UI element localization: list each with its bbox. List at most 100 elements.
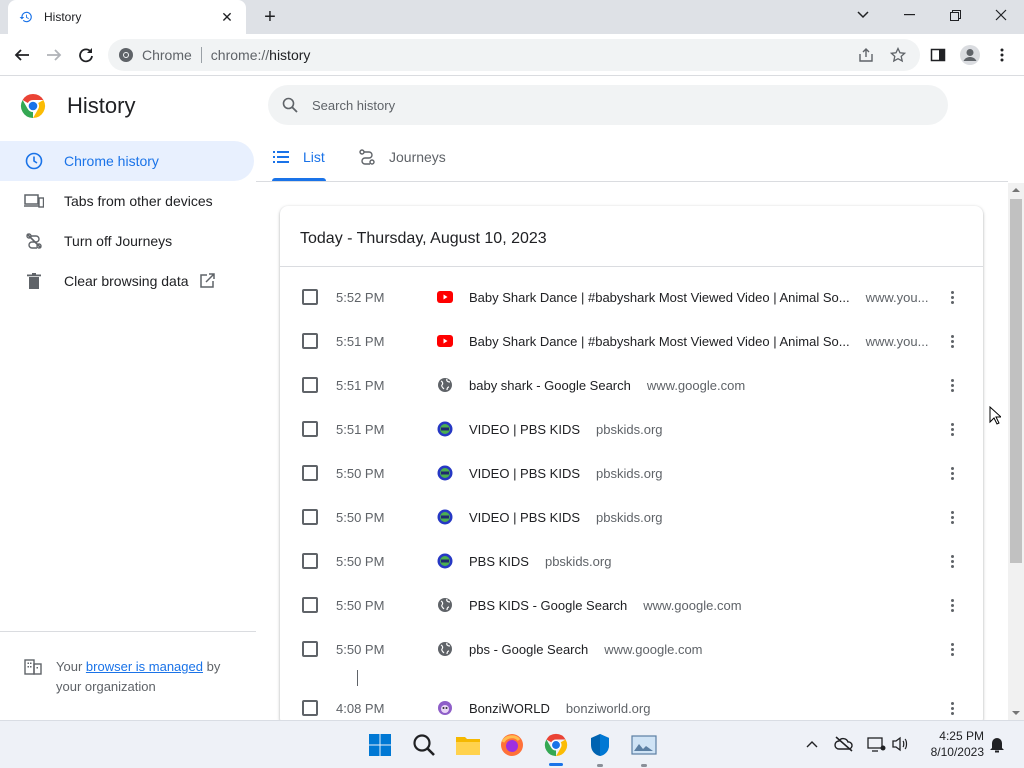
entry-checkbox[interactable] [302,700,318,716]
entry-checkbox[interactable] [302,333,318,349]
more-actions-icon[interactable] [944,637,960,661]
profile-avatar[interactable] [956,41,984,69]
history-entry[interactable]: 5:50 PM PBS KIDS - Google Search www.goog… [280,583,983,627]
search-icon[interactable] [408,729,440,761]
entry-checkbox[interactable] [302,465,318,481]
sidebar-item-chrome-history[interactable]: Chrome history [0,141,254,181]
more-actions-icon[interactable] [944,461,960,485]
close-window-button[interactable] [978,0,1024,30]
entry-domain: www.google.com [604,641,703,657]
sidebar-item-label: Turn off Journeys [64,233,173,249]
more-actions-icon[interactable] [944,593,960,617]
entry-checkbox[interactable] [302,289,318,305]
sidebar-item-clear-browsing-data[interactable]: Clear browsing data [0,261,256,301]
menu-kebab-icon[interactable] [988,41,1016,69]
forward-button[interactable] [40,41,68,69]
tab-journeys[interactable]: Journeys [359,136,446,178]
entry-checkbox[interactable] [302,641,318,657]
volume-icon[interactable] [889,733,911,755]
entry-title-link[interactable]: baby shark - Google Search [469,378,631,393]
history-entry[interactable]: 5:50 PM pbs - Google Search www.google.co… [280,627,983,671]
scroll-up-arrow-icon[interactable] [1008,183,1024,197]
more-actions-icon[interactable] [944,373,960,397]
entry-title-link[interactable]: BonziWORLD [469,701,550,716]
side-panel-icon[interactable] [924,41,952,69]
entry-title-link[interactable]: PBS KIDS [469,554,529,569]
entry-title-link[interactable]: pbs - Google Search [469,642,588,657]
chrome-active-indicator [549,763,563,766]
entry-title-link[interactable]: Baby Shark Dance | #babyshark Most Viewe… [469,290,850,305]
more-actions-icon[interactable] [944,505,960,529]
page-scrollbar[interactable] [1008,183,1024,720]
entry-domain: pbskids.org [596,421,663,437]
share-icon[interactable] [852,39,880,71]
sidebar-item-label: Chrome history [64,153,159,169]
firefox-icon[interactable] [496,729,528,761]
windows-start-icon[interactable] [364,729,396,761]
history-entry[interactable]: 5:50 PM PBS KIDS pbskids.org [280,539,983,583]
history-entry[interactable]: 5:51 PM VIDEO | PBS KIDS pbskids.org [280,407,983,451]
tab-strip: History ✕ + [0,0,1024,34]
entry-title-link[interactable]: VIDEO | PBS KIDS [469,422,580,437]
photos-icon[interactable] [628,729,660,761]
more-actions-icon[interactable] [944,285,960,309]
entry-title-link[interactable]: PBS KIDS - Google Search [469,598,627,613]
more-actions-icon[interactable] [944,329,960,353]
onedrive-offline-icon[interactable] [833,733,855,755]
show-hidden-icons-icon[interactable] [801,733,823,755]
sidebar-item-turn-off-journeys[interactable]: Turn off Journeys [0,221,256,261]
history-entry[interactable]: 5:50 PM VIDEO | PBS KIDS pbskids.org [280,451,983,495]
entry-title-link[interactable]: VIDEO | PBS KIDS [469,466,580,481]
browser-tab[interactable]: History ✕ [8,0,246,34]
entry-checkbox[interactable] [302,421,318,437]
address-bar[interactable]: Chrome chrome://history [108,39,920,71]
network-icon[interactable] [865,733,887,755]
entry-checkbox[interactable] [302,597,318,613]
history-entry[interactable]: 5:51 PM Baby Shark Dance | #babyshark Mo… [280,319,983,363]
minimize-button[interactable] [886,0,932,30]
entry-time: 5:50 PM [336,465,385,481]
search-history-input[interactable]: Search history [268,85,948,125]
bookmark-star-icon[interactable] [884,39,912,71]
history-entry[interactable]: 5:50 PM VIDEO | PBS KIDS pbskids.org [280,495,983,539]
history-entry[interactable]: 5:51 PM baby shark - Google Search www.go… [280,363,983,407]
sidebar-header: History [20,93,135,119]
entry-domain: bonziworld.org [565,700,651,716]
entry-time: 5:51 PM [336,421,385,437]
sidebar-item-label: Tabs from other devices [64,193,213,209]
reload-button[interactable] [72,41,100,69]
sidebar-item-tabs-other-devices[interactable]: Tabs from other devices [0,181,256,221]
entry-title-link[interactable]: Baby Shark Dance | #babyshark Most Viewe… [469,334,850,349]
entry-title-link[interactable]: VIDEO | PBS KIDS [469,510,580,525]
clock-icon [24,151,44,171]
file-explorer-icon[interactable] [452,729,484,761]
more-actions-icon[interactable] [944,549,960,573]
history-entry[interactable]: 5:52 PM Baby Shark Dance | #babyshark Mo… [280,275,983,319]
close-tab-icon[interactable]: ✕ [218,8,236,26]
scroll-down-arrow-icon[interactable] [1008,706,1024,720]
history-card: Today - Thursday, August 10, 2023 5:52 P… [280,206,983,726]
notifications-icon[interactable] [986,733,1008,755]
entry-time: 5:50 PM [336,597,385,613]
clock-time: 4:25 PM [939,729,984,743]
new-tab-button[interactable]: + [258,5,282,29]
more-actions-icon[interactable] [944,417,960,441]
more-actions-icon[interactable] [944,696,960,720]
tab-list[interactable]: List [273,136,325,178]
entry-checkbox[interactable] [302,509,318,525]
chrome-icon[interactable] [540,729,572,761]
entry-checkbox[interactable] [302,377,318,393]
date-heading: Today - Thursday, August 10, 2023 [300,230,547,247]
entry-domain: www.you... [865,289,929,305]
journeys-icon [359,149,375,165]
entry-checkbox[interactable] [302,553,318,569]
back-button[interactable] [8,41,36,69]
defender-icon[interactable] [584,729,616,761]
scroll-thumb[interactable] [1010,199,1022,563]
browser-managed-link[interactable]: browser is managed [86,659,203,674]
restore-button[interactable] [932,0,978,30]
tab-search-icon[interactable] [840,0,886,30]
chrome-site-icon [118,47,134,63]
entry-domain: pbskids.org [544,553,612,569]
system-clock[interactable]: 4:25 PM 8/10/2023 [922,728,984,760]
